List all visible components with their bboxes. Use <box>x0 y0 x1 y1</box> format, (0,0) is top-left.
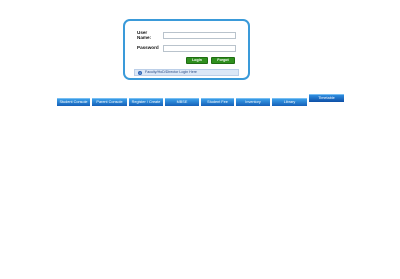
faculty-login-text: Faculty/HoD/Director Login Here <box>145 70 197 74</box>
tab-parent-console[interactable]: Parent Console <box>92 98 127 106</box>
tab-library[interactable]: Library <box>272 98 307 106</box>
tab-timetable[interactable]: Timetable <box>309 94 344 102</box>
forgot-button[interactable]: Forgot <box>211 57 235 64</box>
faculty-login-link[interactable]: i Faculty/HoD/Director Login Here <box>134 69 239 76</box>
login-panel: User Name: Password Login Forgot i Facul… <box>123 19 250 80</box>
tab-student-fee[interactable]: Student Fee <box>201 98 234 106</box>
tab-student-console[interactable]: Student Console <box>57 98 90 106</box>
password-input[interactable] <box>163 45 236 52</box>
username-input[interactable] <box>163 32 236 39</box>
login-button[interactable]: Login <box>186 57 208 64</box>
tab-inventory[interactable]: Inventory <box>236 98 270 106</box>
tab-register-create[interactable]: Register / Create <box>129 98 163 106</box>
username-label: User Name: <box>137 30 152 40</box>
info-icon: i <box>138 70 142 75</box>
tab-mbse[interactable]: MBSE <box>165 98 199 106</box>
password-label: Password <box>137 45 159 50</box>
